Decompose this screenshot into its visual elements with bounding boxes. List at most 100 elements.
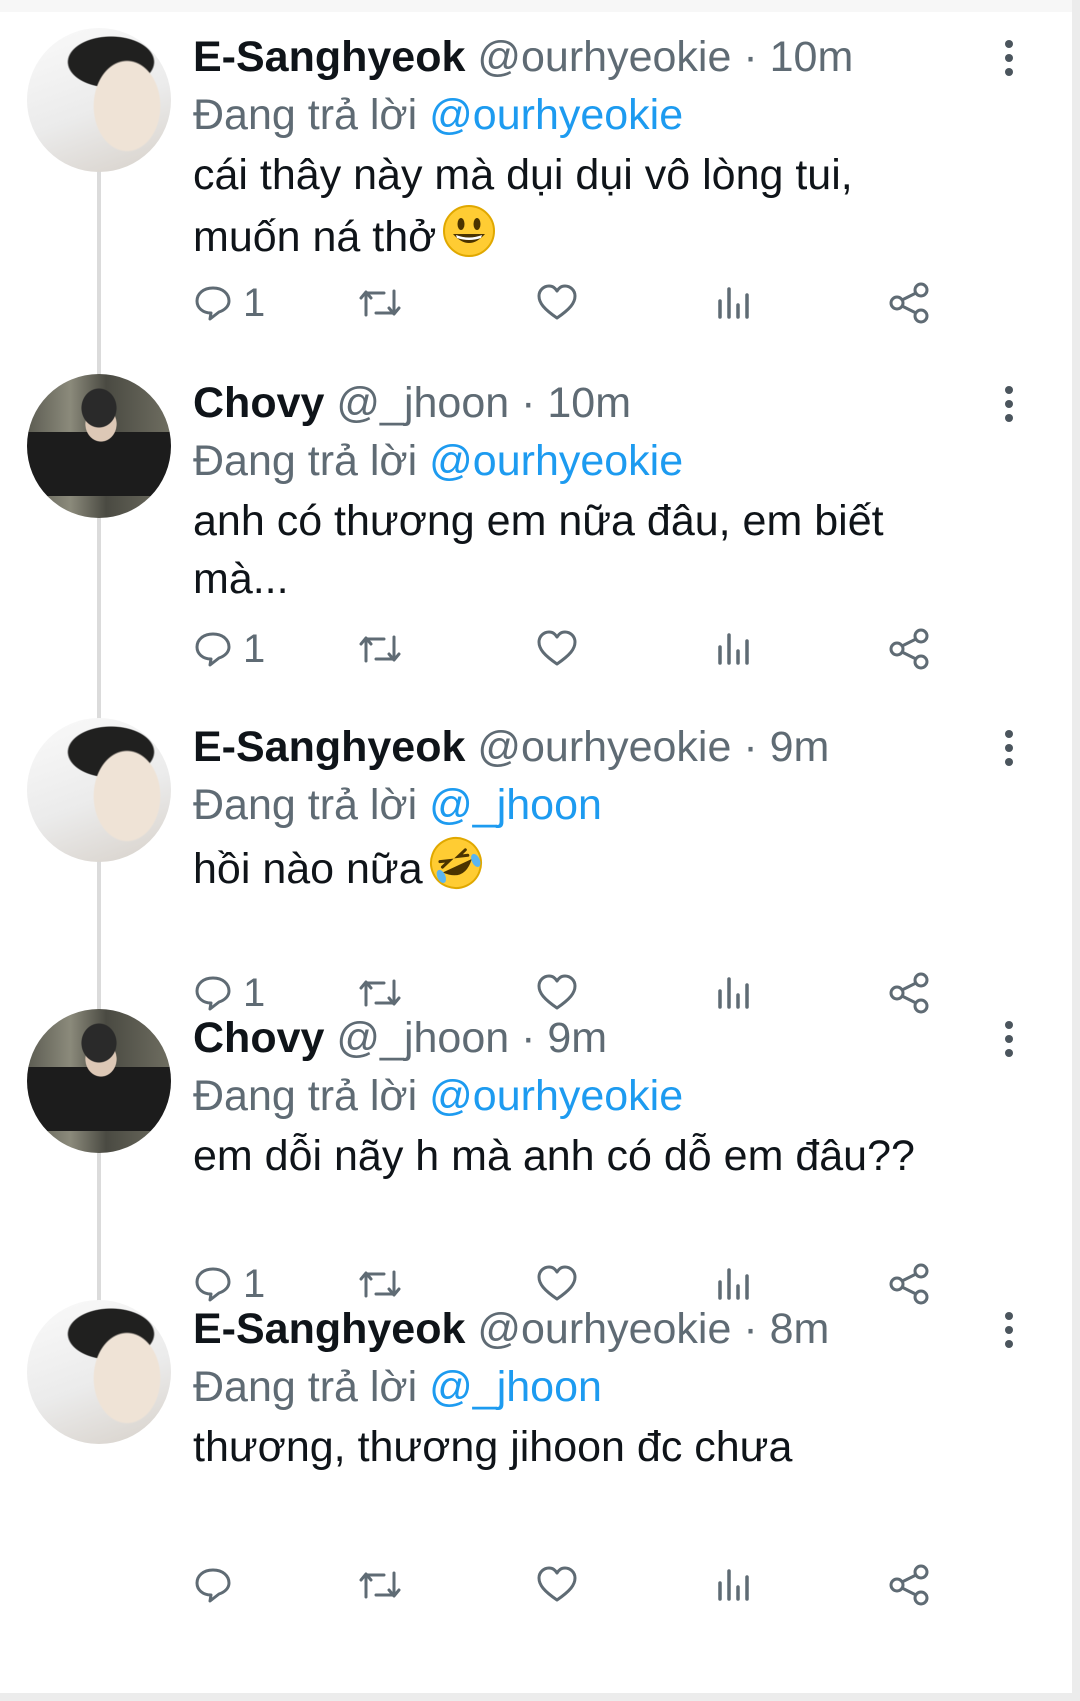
more-vertical-icon[interactable] <box>1004 1312 1014 1356</box>
tweet-actions: 1 <box>193 278 1023 328</box>
tweet-text-line: em dỗi nãy h mà anh có dỗ em đâu?? <box>193 1132 915 1180</box>
separator-dot: · <box>743 1305 758 1353</box>
replying-mention[interactable]: @_jhoon <box>429 1363 602 1411</box>
timestamp[interactable]: 10m <box>547 379 631 427</box>
tweet-header: Chovy @_jhoon · 9m <box>193 1009 607 1067</box>
avatar-e-sanghyeok[interactable] <box>27 28 171 172</box>
handle[interactable]: @ourhyeokie <box>477 33 731 81</box>
tweet-header: E-Sanghyeok @ourhyeokie · 8m <box>193 1300 829 1358</box>
timestamp[interactable]: 9m <box>770 723 830 771</box>
window-bottom-edge <box>0 1693 1080 1701</box>
like-button[interactable] <box>536 1560 578 1610</box>
replying-label: Đang trả lời <box>193 437 418 485</box>
tweet-text-line: hồi nào nữa <box>193 845 423 893</box>
share-button[interactable] <box>888 624 932 674</box>
handle[interactable]: @ourhyeokie <box>477 723 731 771</box>
timestamp[interactable]: 8m <box>770 1305 830 1353</box>
reply-button[interactable]: 1 <box>193 624 265 674</box>
replying-mention[interactable]: @ourhyeokie <box>429 437 683 485</box>
replying-to: Đang trả lời @_jhoon <box>193 1358 602 1416</box>
replying-mention[interactable]: @_jhoon <box>429 781 602 829</box>
replying-mention[interactable]: @ourhyeokie <box>429 91 683 139</box>
like-button[interactable] <box>536 278 578 328</box>
avatar-chovy[interactable] <box>27 374 171 518</box>
analytics-button[interactable] <box>715 1560 753 1610</box>
handle[interactable]: @_jhoon <box>336 379 509 427</box>
retweet-icon <box>359 289 401 317</box>
tweet-text: hồi nào nữa <box>193 836 1053 898</box>
separator-dot: · <box>743 723 758 771</box>
display-name[interactable]: E-Sanghyeok <box>193 723 465 771</box>
retweet-icon <box>359 1571 401 1599</box>
grinning-face-emoji-icon <box>443 205 496 257</box>
tweet-text-line: anh có thương em nữa đâu, em biết <box>193 497 884 545</box>
rolling-on-floor-laughing-emoji-icon <box>429 837 482 889</box>
timestamp[interactable]: 9m <box>547 1014 607 1062</box>
reply-count: 1 <box>243 280 266 325</box>
analytics-button[interactable] <box>715 624 753 674</box>
tweet-actions: 1 <box>193 624 1023 674</box>
more-vertical-icon[interactable] <box>1004 730 1014 774</box>
retweet-icon <box>359 635 401 663</box>
tweet-text-line-2: muốn ná thở <box>193 204 1053 266</box>
analytics-icon <box>718 633 749 665</box>
analytics-button[interactable] <box>715 278 753 328</box>
tweet-text-line-2: mà... <box>193 555 289 603</box>
analytics-icon <box>718 1569 749 1601</box>
reply-icon <box>195 286 231 321</box>
heart-icon <box>537 284 577 320</box>
window-top-edge <box>0 0 1080 12</box>
tweet-header: E-Sanghyeok @ourhyeokie · 10m <box>193 28 853 86</box>
reply-icon <box>195 1568 231 1603</box>
reply-count: 1 <box>243 626 266 671</box>
tweet-text-line: thương, thương jihoon đc chưa <box>193 1423 793 1471</box>
retweet-button[interactable] <box>358 624 402 674</box>
separator-dot: · <box>521 379 536 427</box>
replying-label: Đang trả lời <box>193 1072 418 1120</box>
tweet-text: cái thây này mà dụi dụi vô lòng tui, muố… <box>193 146 1053 266</box>
tweet[interactable]: E-Sanghyeok @ourhyeokie · 9m Đang trả lờ… <box>0 702 1072 1018</box>
display-name[interactable]: Chovy <box>193 1014 324 1062</box>
separator-dot: · <box>521 1014 536 1062</box>
tweet[interactable]: E-Sanghyeok @ourhyeokie · 8m Đang trả lờ… <box>0 1284 1072 1606</box>
tweet-text-line-2-text: muốn ná thở <box>193 213 437 261</box>
more-vertical-icon[interactable] <box>1004 386 1014 430</box>
tweet-header: E-Sanghyeok @ourhyeokie · 9m <box>193 718 829 776</box>
avatar-e-sanghyeok[interactable] <box>27 718 171 862</box>
handle[interactable]: @ourhyeokie <box>477 1305 731 1353</box>
avatar-e-sanghyeok[interactable] <box>27 1300 171 1444</box>
replying-label: Đang trả lời <box>193 91 418 139</box>
tweet[interactable]: Chovy @_jhoon · 10m Đang trả lời @ourhye… <box>0 358 1072 674</box>
avatar-chovy[interactable] <box>27 1009 171 1153</box>
tweet[interactable]: E-Sanghyeok @ourhyeokie · 10m Đang trả l… <box>0 12 1072 328</box>
more-vertical-icon[interactable] <box>1004 40 1014 84</box>
replying-mention[interactable]: @ourhyeokie <box>429 1072 683 1120</box>
handle[interactable]: @_jhoon <box>336 1014 509 1062</box>
tweet-text-line-with-emoji: hồi nào nữa <box>193 836 1053 898</box>
more-vertical-icon[interactable] <box>1004 1021 1014 1065</box>
replying-to: Đang trả lời @ourhyeokie <box>193 1067 683 1125</box>
share-icon <box>889 1564 929 1606</box>
reply-button[interactable] <box>193 1560 243 1610</box>
heart-icon <box>537 1566 577 1602</box>
display-name[interactable]: Chovy <box>193 379 324 427</box>
display-name[interactable]: E-Sanghyeok <box>193 1305 465 1353</box>
share-icon <box>889 628 929 670</box>
share-icon <box>889 282 929 324</box>
reply-button[interactable]: 1 <box>193 278 265 328</box>
replying-to: Đang trả lời @ourhyeokie <box>193 86 683 144</box>
tweet-actions <box>193 1560 1023 1610</box>
tweet-text: thương, thương jihoon đc chưa <box>193 1418 1053 1476</box>
share-button[interactable] <box>888 1560 932 1610</box>
timestamp[interactable]: 10m <box>770 33 854 81</box>
share-button[interactable] <box>888 278 932 328</box>
like-button[interactable] <box>536 624 578 674</box>
reply-icon <box>195 632 231 667</box>
tweet-text-line: cái thây này mà dụi dụi vô lòng tui, <box>193 151 853 199</box>
tweet[interactable]: Chovy @_jhoon · 9m Đang trả lời @ourhyeo… <box>0 993 1072 1309</box>
retweet-button[interactable] <box>358 278 402 328</box>
retweet-button[interactable] <box>358 1560 402 1610</box>
display-name[interactable]: E-Sanghyeok <box>193 33 465 81</box>
analytics-icon <box>718 287 749 319</box>
replying-to: Đang trả lời @ourhyeokie <box>193 432 683 490</box>
